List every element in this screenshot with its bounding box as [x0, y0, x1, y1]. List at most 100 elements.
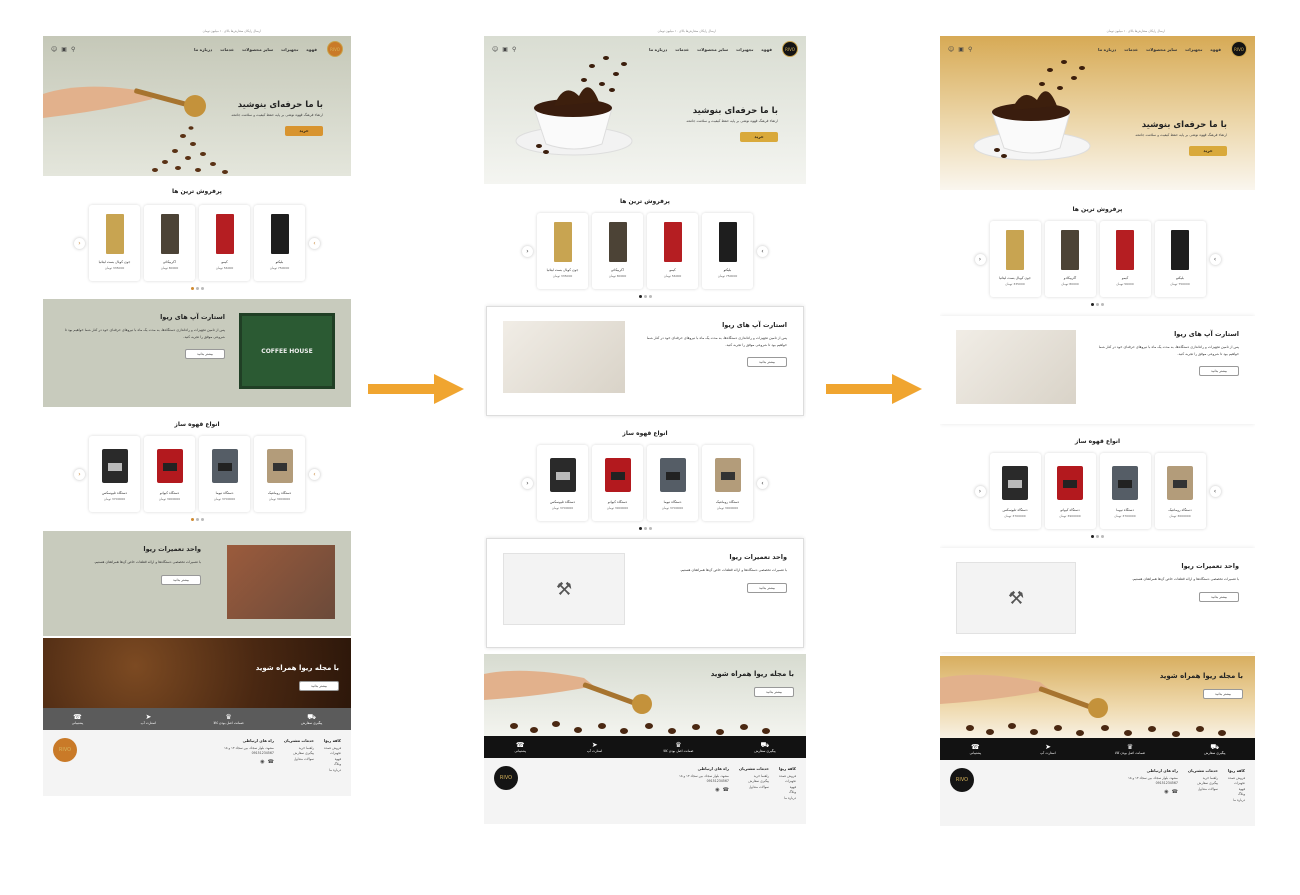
machine-card[interactable]: دستگاه تلیوسکس 3700000 تومان: [537, 445, 588, 521]
product-card[interactable]: آکربیکادو 80000 تومان: [144, 205, 195, 281]
machine-card[interactable]: دستگاه نیوما 3700000 تومان: [1099, 453, 1151, 529]
machine-card[interactable]: دستگاه نیوما 3700000 تومان: [199, 436, 250, 512]
nav-item-services[interactable]: خدمات: [1124, 47, 1138, 52]
startup-more-button[interactable]: بیشتر بدانید: [747, 357, 787, 367]
carousel-prev-arrow[interactable]: ‹: [74, 237, 85, 249]
carousel-prev-arrow[interactable]: ‹: [974, 485, 986, 497]
brand-logo[interactable]: RIVO: [1231, 41, 1247, 57]
product-card[interactable]: کیمو 56000 تومان: [1099, 221, 1151, 297]
search-icon[interactable]: ⚲: [968, 46, 972, 53]
user-icon[interactable]: ☺: [948, 46, 954, 53]
instagram-icon[interactable]: ◉: [260, 759, 264, 766]
magazine-more-button[interactable]: بیشتر بدانید: [299, 681, 339, 691]
nav-item-services[interactable]: خدمات: [220, 47, 234, 52]
feature-support[interactable]: ☎ پشتیبانی: [72, 713, 84, 725]
footer: کافه ریوا فروش عمده تجهیزات قهوه وبلاگ د…: [940, 760, 1255, 826]
nav-item-coffee[interactable]: قهوه: [761, 47, 772, 52]
buy-button[interactable]: خرید: [740, 131, 778, 142]
carousel-next-arrow[interactable]: ›: [309, 468, 320, 480]
machine-card[interactable]: دستگاه نیوما 3700000 تومان: [647, 445, 698, 521]
brand-logo[interactable]: RIVO: [327, 41, 343, 57]
brand-logo[interactable]: RIVO: [782, 41, 798, 57]
nav-item-about[interactable]: درباره ما: [1098, 47, 1116, 52]
whatsapp-icon[interactable]: ☎: [1172, 789, 1178, 796]
carousel-prev-arrow[interactable]: ‹: [74, 468, 85, 480]
instagram-icon[interactable]: ◉: [1164, 789, 1168, 796]
product-card[interactable]: بلیکتو 750000 تومان: [702, 213, 753, 289]
nav-item-coffee[interactable]: قهوه: [306, 47, 317, 52]
nav-item-equipment[interactable]: تجهیزات: [281, 47, 298, 52]
search-icon[interactable]: ⚲: [71, 46, 75, 53]
cart-icon[interactable]: ▣: [61, 46, 67, 53]
cart-icon[interactable]: ▣: [502, 46, 508, 53]
feature-authentic[interactable]: ♛ ضمانت اصل بودن کالا: [663, 741, 693, 753]
user-icon[interactable]: ☺: [51, 46, 57, 53]
machine-card[interactable]: دستگاه کیوانو 3900000 تومان: [1044, 453, 1096, 529]
instagram-icon[interactable]: ◉: [715, 787, 719, 794]
hero-title: با ما حرفه‌ای بنوشید: [237, 100, 323, 110]
product-card[interactable]: جون کوبال بست لیتانیا 335000 تومان: [989, 221, 1041, 297]
product-card[interactable]: جون کوبال بست لیتانیا 335000 تومان: [537, 213, 588, 289]
nav-item-other-products[interactable]: سایر محصولات: [1146, 47, 1177, 52]
repair-body: با تعمیرات تخصصی دستگاه‌ها و ارائه قطعات…: [1131, 577, 1239, 581]
whatsapp-icon[interactable]: ☎: [268, 759, 274, 766]
cart-icon[interactable]: ▣: [958, 46, 964, 53]
carousel-prev-arrow[interactable]: ‹: [974, 253, 986, 265]
buy-button[interactable]: خرید: [1189, 145, 1227, 156]
carousel-next-arrow[interactable]: ›: [1209, 253, 1221, 265]
product-card[interactable]: جون کوبال بست لیتانیا 335000 تومان: [89, 205, 140, 281]
startup-more-button[interactable]: بیشتر بدانید: [1199, 366, 1239, 376]
nav-item-other-products[interactable]: سایر محصولات: [697, 47, 728, 52]
magazine-more-button[interactable]: بیشتر بدانید: [1203, 689, 1243, 699]
carousel-next-arrow[interactable]: ›: [757, 245, 768, 257]
magazine-more-button[interactable]: بیشتر بدانید: [754, 687, 794, 697]
machine-card[interactable]: دستگاه رومانتیک 3000000 تومان: [1154, 453, 1206, 529]
machine-card[interactable]: دستگاه رومانتیک 3000000 تومان: [254, 436, 305, 512]
machine-card[interactable]: دستگاه تلیوسکس 3700000 تومان: [89, 436, 140, 512]
feature-order-tracking[interactable]: ⛟ پیگیری سفارش: [301, 713, 322, 725]
nav-item-equipment[interactable]: تجهیزات: [736, 47, 753, 52]
carousel-next-arrow[interactable]: ›: [309, 237, 320, 249]
machine-card[interactable]: دستگاه کیوانو 3900000 تومان: [592, 445, 643, 521]
machine-card[interactable]: دستگاه رومانتیک 3000000 تومان: [702, 445, 753, 521]
feature-startup[interactable]: ➤ استارت آپ: [587, 741, 602, 753]
award-icon: ♛: [225, 713, 232, 721]
carousel-prev-arrow[interactable]: ‹: [522, 245, 533, 257]
repair-more-button[interactable]: بیشتر بدانید: [747, 582, 787, 593]
carousel-next-arrow[interactable]: ›: [757, 477, 768, 489]
search-icon[interactable]: ⚲: [512, 46, 516, 53]
nav-item-about[interactable]: درباره ما: [194, 47, 212, 52]
product-card[interactable]: آکربیکادو 80000 تومان: [592, 213, 643, 289]
buy-button[interactable]: خرید: [285, 125, 323, 136]
nav-item-coffee[interactable]: قهوه: [1210, 47, 1221, 52]
carousel-prev-arrow[interactable]: ‹: [522, 477, 533, 489]
feature-order-tracking[interactable]: ⛟ پیگیری سفارش: [754, 741, 775, 753]
award-icon: ♛: [675, 741, 682, 749]
startup-more-button[interactable]: بیشتر بدانید: [185, 349, 225, 359]
user-icon[interactable]: ☺: [492, 46, 498, 53]
product-card[interactable]: بلیکتو 750000 تومان: [254, 205, 305, 281]
nav-item-services[interactable]: خدمات: [675, 47, 689, 52]
carousel-next-arrow[interactable]: ›: [1209, 485, 1221, 497]
bestsellers-carousel: › بلیکتو 750000 تومان کیمو 56000 تومان آ…: [484, 213, 806, 289]
nav-item-other-products[interactable]: سایر محصولات: [242, 47, 273, 52]
product-card[interactable]: بلیکتو 750000 تومان: [1154, 221, 1206, 297]
feature-order-tracking[interactable]: ⛟ پیگیری سفارش: [1204, 743, 1225, 755]
repair-more-button[interactable]: بیشتر بدانید: [161, 574, 201, 585]
whatsapp-icon[interactable]: ☎: [723, 787, 729, 794]
nav-item-equipment[interactable]: تجهیزات: [1185, 47, 1202, 52]
feature-support[interactable]: ☎ پشتیبانی: [970, 743, 982, 755]
feature-startup[interactable]: ➤ استارت آپ: [1040, 743, 1055, 755]
repair-title: واحد تعمیرات ریوا: [143, 545, 201, 553]
feature-startup[interactable]: ➤ استارت آپ: [141, 713, 156, 725]
product-card[interactable]: کیمو 56000 تومان: [647, 213, 698, 289]
machine-card[interactable]: دستگاه کیوانو 3900000 تومان: [144, 436, 195, 512]
repair-more-button[interactable]: بیشتر بدانید: [1199, 591, 1239, 602]
feature-authentic[interactable]: ♛ ضمانت اصل بودن کالا: [1115, 743, 1145, 755]
product-card[interactable]: کیمو 56000 تومان: [199, 205, 250, 281]
product-card[interactable]: آکربیکادو 80000 تومان: [1044, 221, 1096, 297]
nav-item-about[interactable]: درباره ما: [649, 47, 667, 52]
machine-card[interactable]: دستگاه تلیوسکس 3700000 تومان: [989, 453, 1041, 529]
feature-authentic[interactable]: ♛ ضمانت اصل بودن کالا: [214, 713, 244, 725]
feature-support[interactable]: ☎ پشتیبانی: [515, 741, 527, 753]
